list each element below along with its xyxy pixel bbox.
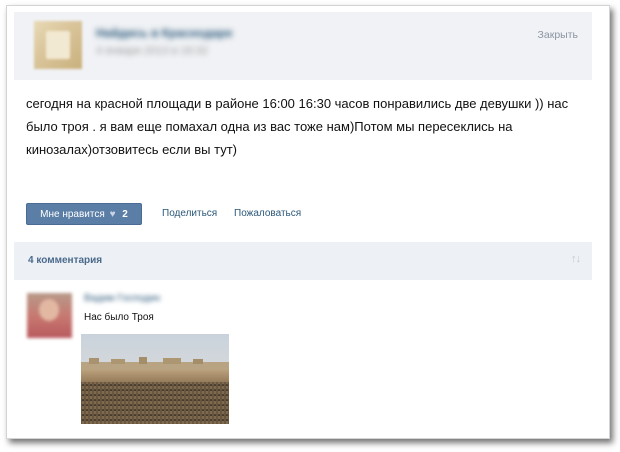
heart-icon: ♥ [109,209,116,220]
sort-arrows-icon[interactable]: ↑↓ [571,253,581,265]
comment-author-avatar[interactable] [27,293,72,338]
like-button[interactable]: Мне нравится ♥ 2 [26,203,142,225]
post-header: Найдись в Краснодаре 4 января 2013 в 16:… [14,12,592,80]
comments-count[interactable]: 4 комментария [28,255,102,266]
share-link[interactable]: Поделиться [162,208,217,219]
like-count: 2 [122,209,128,220]
group-name-link[interactable]: Найдись в Краснодаре [96,26,233,40]
post-text: сегодня на красной площади в районе 16:0… [26,96,569,157]
comment-author-name[interactable]: Вадим Господин [84,293,160,304]
like-label: Мне нравится [40,209,105,220]
troy-army-image [81,334,229,424]
comment-image[interactable] [81,334,229,424]
comments-bar[interactable]: 4 комментария ↑↓ [14,242,592,280]
post-date[interactable]: 4 января 2013 в 16:32 [96,45,208,57]
group-avatar[interactable] [34,21,82,69]
report-link[interactable]: Пожаловаться [234,208,301,219]
comment-text: Нас было Троя [84,312,154,323]
close-link[interactable]: Закрыть [538,29,578,41]
